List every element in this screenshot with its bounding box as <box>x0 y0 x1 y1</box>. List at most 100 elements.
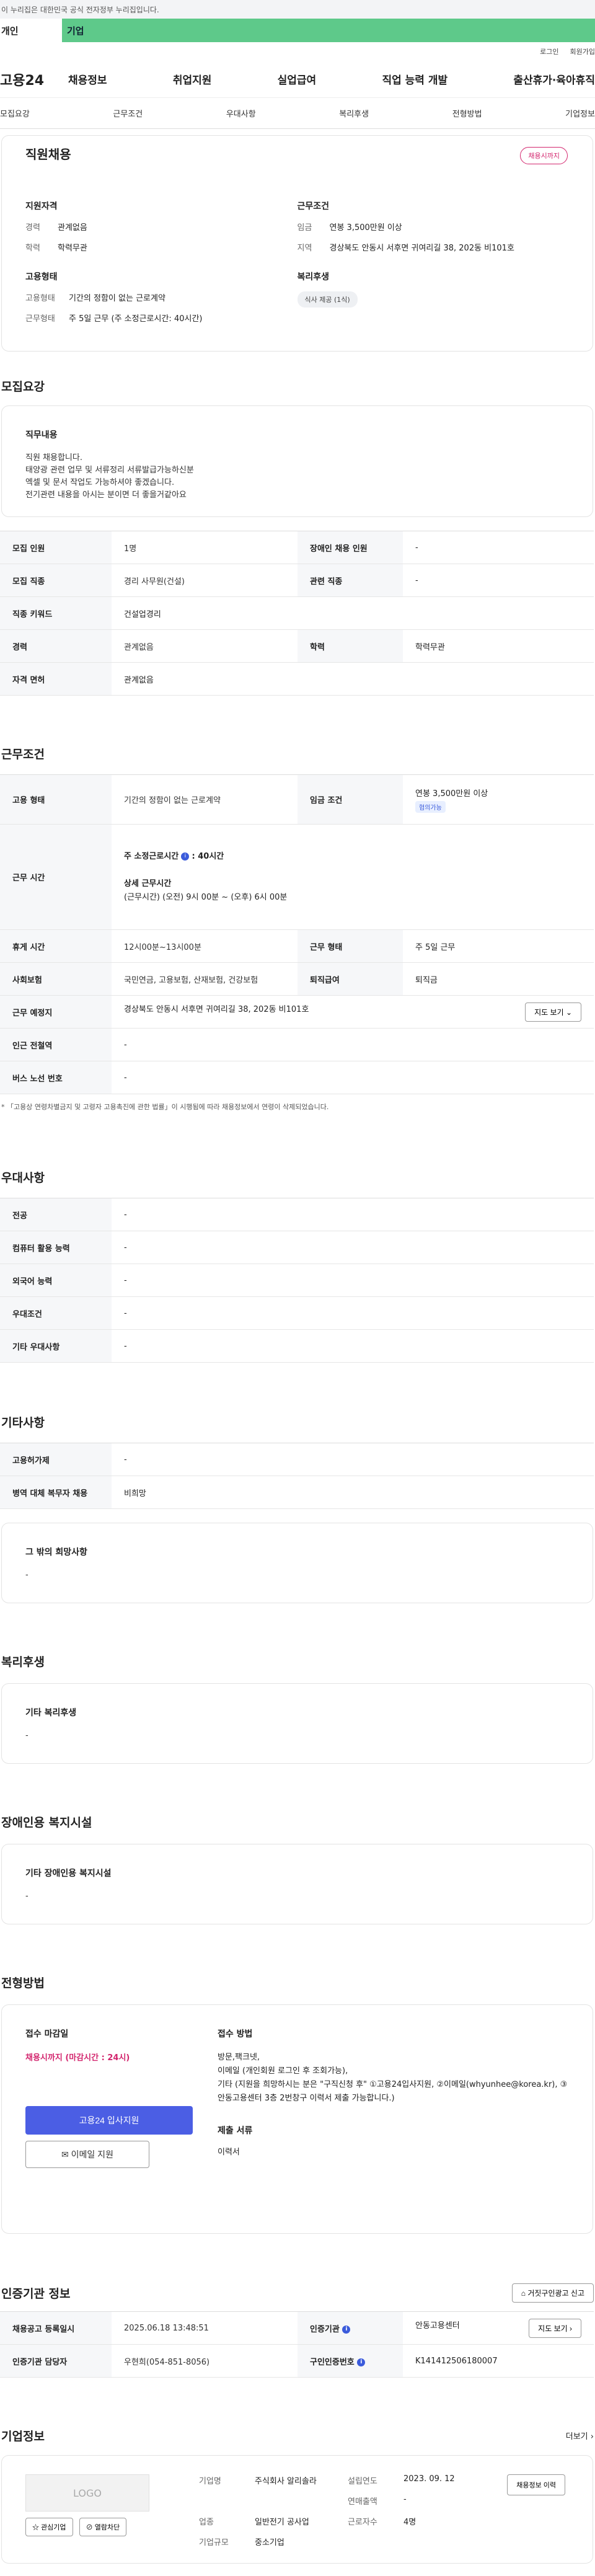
gnb-item-employment-support[interactable]: 취업지원 <box>173 71 212 87</box>
table-row: 휴게 시간 12시00분~13시00분 근무 형태 주 5일 근무 <box>0 929 594 963</box>
deadline-heading: 접수 마감일 <box>25 2029 69 2039</box>
row-key: 고용 형태 <box>0 774 112 825</box>
row-value: 비희망 <box>112 1476 594 1509</box>
tab-company[interactable]: 기업정보 <box>565 107 595 119</box>
row-value: - <box>112 1231 594 1264</box>
agency-map-button[interactable]: 지도 보기 › <box>529 2318 581 2338</box>
company-key: 설립연도 <box>348 2477 377 2486</box>
job-summary-card: 직원채용 채용시까지 지원자격 경력 관계없음 학력 학력무관 고용형태 고용형태 기… <box>1 135 593 352</box>
tab-preference[interactable]: 우대사항 <box>226 107 256 119</box>
home-icon: ⌂ <box>521 2289 526 2298</box>
row-key: 근무 형태 <box>298 929 403 963</box>
row-value: 주 5일 근무 <box>403 929 594 963</box>
detail-hours-text: (근무시간) (오전) 9시 00분 ~ (오후) 6시 00분 <box>124 892 288 902</box>
docs-text: 이력서 <box>218 2148 240 2157</box>
emp-heading: 고용형태 <box>25 272 58 282</box>
row-key: 경력 <box>0 629 112 663</box>
info-icon[interactable]: i <box>342 2325 351 2334</box>
section-title-company: 기업정보 <box>1 2430 45 2443</box>
gnb-item-unemployment-benefit[interactable]: 실업급여 <box>278 71 317 87</box>
member-type-tabs: 개인 기업 <box>0 19 595 42</box>
gov-notice-text: 이 누리집은 대한민국 공식 전자정부 누리집입니다. <box>1 5 159 14</box>
table-row: 자격 면허 관계없음 <box>0 662 594 696</box>
tab-welfare[interactable]: 복리후생 <box>339 107 369 119</box>
email-apply-label: 이메일 지원 <box>71 2149 113 2159</box>
row-value: 기간의 정함이 없는 근로계약 <box>112 774 298 825</box>
gnb-item-jobs[interactable]: 채용정보 <box>68 71 107 87</box>
tab-method[interactable]: 전형방법 <box>452 107 482 119</box>
tab-individual[interactable]: 개인 <box>0 19 62 42</box>
star-icon: ☆ <box>32 2524 39 2531</box>
table-row: 직종 키워드 건설업경리 <box>0 596 594 630</box>
info-icon[interactable]: i <box>357 2358 366 2366</box>
age-note: * 「고용상 연령차별금지 및 고령자 고용촉진에 관한 법률」이 시행됨에 따… <box>1 1103 329 1111</box>
company-value: 주식회사 알리솔라 <box>255 2477 317 2486</box>
tab-recruit[interactable]: 모집요강 <box>0 107 30 119</box>
company-value: 4명 <box>403 2518 416 2527</box>
section-tabs: 모집요강 근무조건 우대사항 복리후생 전형방법 기업정보 <box>0 98 595 129</box>
section-title-preference: 우대사항 <box>1 1171 45 1185</box>
row-key: 우대조건 <box>0 1296 112 1330</box>
company-more-label: 더보기 <box>565 2432 588 2441</box>
place-value: 경상북도 안동시 서후면 귀여리길 38, 202동 비101호 <box>124 1004 309 1014</box>
org-key: 인증기관 <box>310 2324 340 2334</box>
company-more-link[interactable]: 더보기 › <box>566 2430 594 2441</box>
table-row: 채용공고 등록일시 2025.06.18 13:48:51 인증기관 i 안동고용센터… <box>0 2311 594 2345</box>
place-cell: 경상북도 안동시 서후면 귀여리길 38, 202동 비101호 지도 보기 ⌄ <box>112 995 594 1029</box>
table-row: 우대조건 - <box>0 1296 594 1330</box>
table-row: 경력 관계없음 학력 학력무관 <box>0 629 594 663</box>
gnb-menu: 채용정보 취업지원 실업급여 직업 능력 개발 출산휴가·육아휴직 <box>68 71 595 87</box>
block-view-button[interactable]: ⊘ 열람차단 <box>79 2518 127 2536</box>
tab-corporate[interactable]: 기업 <box>62 19 595 42</box>
section-title-etc: 기타사항 <box>1 1416 45 1430</box>
row-value: 국민연금, 고용보험, 산재보험, 건강보험 <box>112 962 298 996</box>
email-apply-button[interactable]: ✉ 이메일 지원 <box>25 2141 149 2168</box>
table-row: 모집 직종 경리 사무원(건설) 관련 직종 - <box>0 564 594 597</box>
agency-table: 채용공고 등록일시 2025.06.18 13:48:51 인증기관 i 안동고용센터… <box>0 2311 594 2378</box>
row-value: - <box>112 1028 594 1061</box>
apply-button[interactable]: 고용24 입사지원 <box>25 2106 193 2135</box>
row-key: 외국어 능력 <box>0 1264 112 1297</box>
qual-key: 학력 <box>25 244 40 253</box>
company-key: 연매출액 <box>348 2497 377 2507</box>
table-row: 고용허가제 - <box>0 1443 594 1476</box>
row-key: 직종 키워드 <box>0 596 112 630</box>
gnb-item-skills[interactable]: 직업 능력 개발 <box>382 71 447 87</box>
site-logo[interactable]: 고용24 <box>0 69 68 89</box>
row-key: 인증기관 담당자 <box>0 2344 112 2378</box>
qual-value: 학력무관 <box>58 244 87 253</box>
row-key: 인근 전철역 <box>0 1028 112 1061</box>
company-value: - <box>403 2495 407 2504</box>
table-row: 기타 우대사항 - <box>0 1329 594 1363</box>
join-link[interactable]: 회원가입 <box>570 46 595 56</box>
gnb-item-leave[interactable]: 출산휴가·육아휴직 <box>513 71 595 87</box>
row-value: 관계없음 <box>112 629 298 663</box>
way-heading: 접수 방법 <box>218 2029 253 2039</box>
detail-hours-heading: 상세 근무시간 <box>124 879 172 888</box>
row-value: - <box>112 1443 594 1476</box>
job-history-button[interactable]: 채용정보 이력 <box>507 2474 565 2495</box>
welfare-box-heading: 기타 복리후생 <box>25 1708 77 1718</box>
info-icon[interactable]: i <box>181 852 190 861</box>
row-key: 근무 예정지 <box>0 995 112 1029</box>
table-row: 전공 - <box>0 1198 594 1231</box>
tab-work[interactable]: 근무조건 <box>113 107 143 119</box>
row-value: 경리 사무원(건설) <box>112 564 298 597</box>
map-view-label: 지도 보기 <box>534 1007 564 1017</box>
row-key: 고용허가제 <box>0 1443 112 1476</box>
row-value: - <box>112 1264 594 1297</box>
row-value: 건설업경리 <box>112 596 594 630</box>
row-value: 2025.06.18 13:48:51 <box>112 2311 298 2345</box>
map-view-button[interactable]: 지도 보기 ⌄ <box>525 1002 581 1022</box>
company-key: 기업명 <box>199 2477 221 2486</box>
login-link[interactable]: 로그인 <box>540 46 558 56</box>
mail-icon: ✉ <box>61 2149 69 2159</box>
favorite-company-button[interactable]: ☆ 관심기업 <box>25 2518 73 2536</box>
row-key: 사회보험 <box>0 962 112 996</box>
table-row: 근무 시간 주 소정근로시간 i : 40시간 상세 근무시간 (근무시간) (… <box>0 824 594 930</box>
report-ad-button[interactable]: ⌂ 거짓구인광고 신고 <box>511 2283 594 2303</box>
deadline-value: 채용시까지 (마감시간 : 24시) <box>25 2053 130 2063</box>
etc-table: 고용허가제 - 병역 대체 복무자 채용 비희망 <box>0 1443 594 1509</box>
org-value: 안동고용센터 <box>415 2321 460 2330</box>
table-row: 모집 인원 1명 장애인 채용 인원 - <box>0 531 594 564</box>
